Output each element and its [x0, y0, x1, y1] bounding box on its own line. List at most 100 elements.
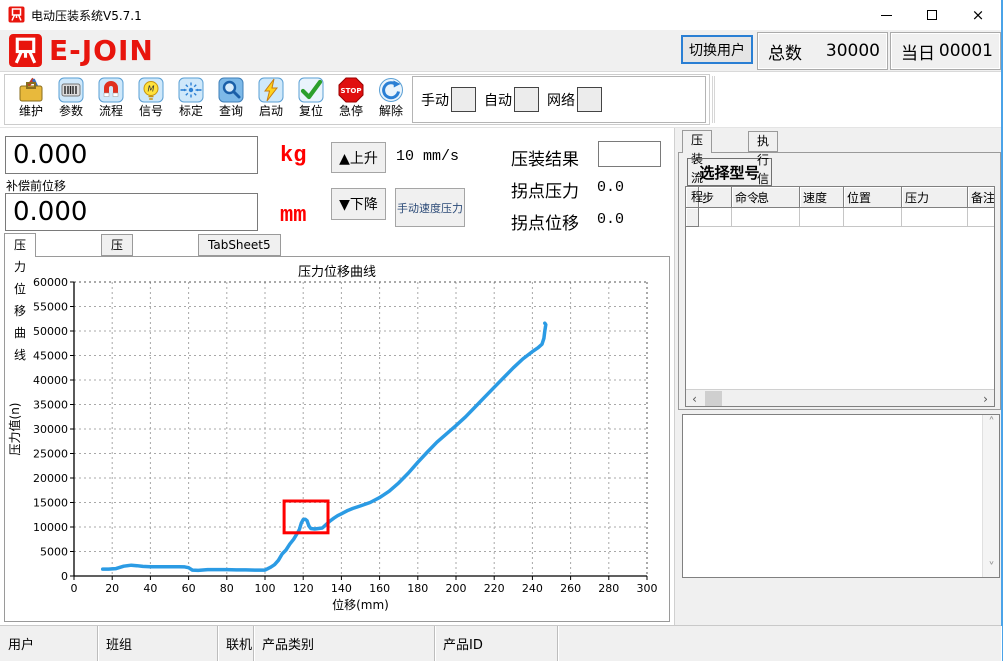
press-process-panel: 选择型号 步 命令 速度 位置 压力 备注 ‹ [678, 152, 1001, 410]
svg-text:0: 0 [71, 582, 78, 595]
tab-tabsheet5[interactable]: TabSheet5 [198, 234, 281, 256]
manual-indicator[interactable] [451, 87, 476, 112]
check-icon [297, 76, 325, 104]
svg-text:20: 20 [105, 582, 119, 595]
svg-text:50000: 50000 [33, 325, 68, 338]
query-button[interactable]: 查询 [211, 76, 251, 122]
crosshair-icon [177, 76, 205, 104]
svg-text:220: 220 [484, 582, 505, 595]
auto-indicator[interactable] [514, 87, 539, 112]
svg-text:200: 200 [446, 582, 467, 595]
reset-button[interactable]: 复位 [291, 76, 331, 122]
svg-text:STOP: STOP [341, 87, 362, 95]
total-value: 30000 [826, 41, 880, 61]
magnet-icon [97, 76, 125, 104]
close-icon: × [972, 6, 985, 24]
status-empty-panel [558, 626, 1001, 661]
maintenance-button[interactable]: 维护 [11, 76, 51, 122]
col-remark: 备注 [968, 187, 995, 208]
tab-press-process[interactable]: 压装流程 [682, 130, 712, 153]
title-bar: 电动压装系统V5.7.1 × [0, 0, 1001, 30]
svg-text:280: 280 [598, 582, 619, 595]
minimize-icon [881, 15, 892, 16]
force-unit-label: kg [280, 143, 306, 168]
search-icon [217, 76, 245, 104]
svg-text:0: 0 [61, 570, 68, 583]
bulb-icon: M [137, 76, 165, 104]
status-user-panel: 用户 [0, 626, 98, 661]
svg-text:35000: 35000 [33, 399, 68, 412]
svg-text:300: 300 [637, 582, 658, 595]
jog-down-button[interactable]: ▼下降 [331, 188, 386, 220]
scroll-right-icon[interactable]: › [977, 390, 994, 407]
minimize-button[interactable] [863, 0, 909, 30]
parameters-button[interactable]: 参数 [51, 76, 91, 122]
svg-text:位移(mm): 位移(mm) [332, 597, 389, 612]
toolbar-separator [712, 76, 715, 123]
status-online-panel: 联机 [218, 626, 254, 661]
svg-text:40: 40 [143, 582, 157, 595]
tab-force-time-curve[interactable]: 压力时间曲线 [101, 234, 133, 256]
svg-text:15000: 15000 [33, 497, 68, 510]
maximize-button[interactable] [909, 0, 955, 30]
toolbar: 维护 参数 流程 M [0, 72, 1001, 128]
switch-user-button[interactable]: 切换用户 [681, 35, 753, 64]
barcode-icon [57, 76, 85, 104]
pre-displacement-label: 补偿前位移 [6, 177, 66, 194]
mode-network: 网络 [547, 87, 602, 112]
svg-text:25000: 25000 [33, 448, 68, 461]
app-logo-icon [8, 6, 25, 23]
lightning-icon [257, 76, 285, 104]
mode-manual: 手动 [421, 87, 476, 112]
close-button[interactable]: × [955, 0, 1001, 30]
svg-text:240: 240 [522, 582, 543, 595]
toolbox-icon [17, 76, 45, 104]
manual-speed-pressure-button[interactable]: 手动速度压力 [395, 188, 465, 227]
signal-button[interactable]: M 信号 [131, 76, 171, 122]
chart-panel: 压力位移曲线 020406080100120140160180200220240… [4, 256, 670, 622]
svg-text:5000: 5000 [40, 546, 68, 559]
force-display-input[interactable] [5, 136, 258, 174]
table-header-row: 步 命令 速度 位置 压力 备注 [686, 187, 994, 208]
jog-speed-text: 10 mm/s [396, 148, 459, 165]
app-window: 电动压装系统V5.7.1 × E-JOIN 切换用户 总数 30000 当日 0… [0, 0, 1003, 661]
jog-up-button[interactable]: ▲上升 [331, 142, 386, 173]
listbox-vertical-scrollbar[interactable]: ˄ ˅ [982, 415, 999, 577]
execution-log-listbox[interactable]: ˄ ˅ [682, 414, 1000, 578]
today-label: 当日 [901, 39, 935, 64]
scroll-down-icon[interactable]: ˅ [983, 560, 1000, 577]
svg-text:10000: 10000 [33, 521, 68, 534]
svg-text:压力值(n): 压力值(n) [7, 403, 22, 456]
force-displacement-chart: 0204060801001201401601802002202402602803… [5, 257, 669, 621]
stop-icon: STOP [337, 76, 365, 104]
knee-force-label: 拐点压力 [511, 177, 579, 202]
total-count-panel: 总数 30000 [757, 32, 888, 70]
svg-text:30000: 30000 [33, 423, 68, 436]
scroll-left-icon[interactable]: ‹ [686, 390, 703, 407]
table-horizontal-scrollbar[interactable]: ‹ › [686, 389, 994, 406]
mode-auto: 自动 [484, 87, 539, 112]
process-button[interactable]: 流程 [91, 76, 131, 122]
release-button[interactable]: 解除 [371, 76, 411, 122]
svg-text:60: 60 [182, 582, 196, 595]
svg-text:80: 80 [220, 582, 234, 595]
displacement-display-input[interactable] [5, 193, 258, 231]
scrollbar-thumb[interactable] [705, 391, 722, 406]
start-button[interactable]: 启动 [251, 76, 291, 122]
status-bar: 用户 班组 联机 产品类别 产品ID [0, 625, 1001, 661]
process-steps-table[interactable]: 步 命令 速度 位置 压力 备注 ‹ › [685, 186, 995, 407]
tab-force-displacement-curve[interactable]: 压力位移曲线 [4, 233, 36, 257]
col-step: 步 [699, 187, 732, 208]
maximize-icon [927, 10, 937, 20]
window-title: 电动压装系统V5.7.1 [31, 7, 142, 24]
scroll-up-icon[interactable]: ˄ [983, 415, 1000, 432]
header-bar: E-JOIN 切换用户 总数 30000 当日 00001 [0, 30, 1001, 72]
tab-execution-info[interactable]: 执行信息 [748, 131, 778, 152]
table-row[interactable] [686, 208, 994, 227]
estop-button[interactable]: STOP 急停 [331, 76, 371, 122]
network-indicator[interactable] [577, 87, 602, 112]
calibration-button[interactable]: 标定 [171, 76, 211, 122]
svg-text:60000: 60000 [33, 276, 68, 289]
svg-text:120: 120 [293, 582, 314, 595]
svg-text:40000: 40000 [33, 374, 68, 387]
